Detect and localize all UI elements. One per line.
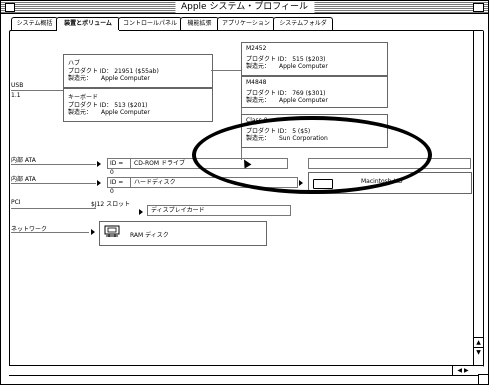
highlight-oval [192,116,432,194]
usb-line [11,90,63,91]
ata1-id: ID = 0 [107,158,131,176]
tab-system-overview[interactable]: システム概括 [11,17,58,30]
bus-label-ata1: 内部 ATA [11,157,36,164]
device-keyboard[interactable]: キーボード プロダクト ID： 513 ($201) 製造元： Apple Co… [63,88,213,122]
ata2-id: ID = 0 [107,177,131,195]
bus-label-usb: USB [11,82,24,89]
scroll-arrows-icon[interactable]: ◀ ▶ [452,366,473,375]
zoom-box-icon[interactable] [473,3,484,12]
device-m4848[interactable]: M4848 プロダクト ID： 769 ($301) 製造元： Apple Co… [241,76,388,108]
tab-extensions[interactable]: 機能拡張 [180,17,219,30]
close-box-icon[interactable] [5,3,15,12]
ram-disk-icon [104,225,120,237]
network-line [11,232,89,233]
pci-line [11,208,96,209]
network-disclosure-icon[interactable] [91,229,95,235]
device-hub[interactable]: ハブ プロダクト ID： 21951 ($55ab) 製造元： Apple Co… [63,54,213,88]
ata2-disclosure-icon[interactable] [97,180,101,186]
tab-devices-volumes[interactable]: 装置とボリューム [56,17,120,31]
pci-disclosure-icon[interactable] [139,209,143,215]
scroll-up-arrow-icon[interactable]: ▲ [474,337,483,347]
vertical-scrollbar[interactable]: ▲ ▼ [473,31,483,365]
pci-slot: $J12 スロット [91,201,131,208]
tab-system-folder[interactable]: システムフォルダ [273,17,333,30]
resize-handle-icon[interactable] [478,374,488,384]
bus-label-ata2: 内部 ATA [11,176,36,183]
bus-label-pci: PCI [11,199,21,206]
ata1-line [11,164,96,165]
ata1-disclosure-icon[interactable] [97,161,101,167]
title-bar[interactable]: Apple システム・プロフィール [1,1,488,14]
bus-version-usb: 1.1 [11,92,21,99]
system-profiler-window: Apple システム・プロフィール システム概括 装置とボリューム コントロール… [0,0,489,385]
window-title: Apple システム・プロフィール [174,1,315,13]
device-m2452[interactable]: M2452 プロダクト ID： 515 ($203) 製造元： Apple Co… [241,42,388,76]
horizontal-scrollbar[interactable]: ◀ ▶ [9,365,483,376]
pci-device[interactable]: ディスプレイカード [147,205,291,216]
tab-control-panels[interactable]: コントロールパネル [118,17,182,30]
hub-line [211,70,241,71]
ram-disk[interactable]: RAM ディスク [99,221,267,246]
device-tree: USB 1.1 ハブ プロダクト ID： 21951 ($55ab) 製造元： … [11,32,473,362]
tab-applications[interactable]: アプリケーション [217,17,275,30]
ata2-line [11,183,96,184]
scroll-down-arrow-icon[interactable]: ▼ [474,347,483,357]
